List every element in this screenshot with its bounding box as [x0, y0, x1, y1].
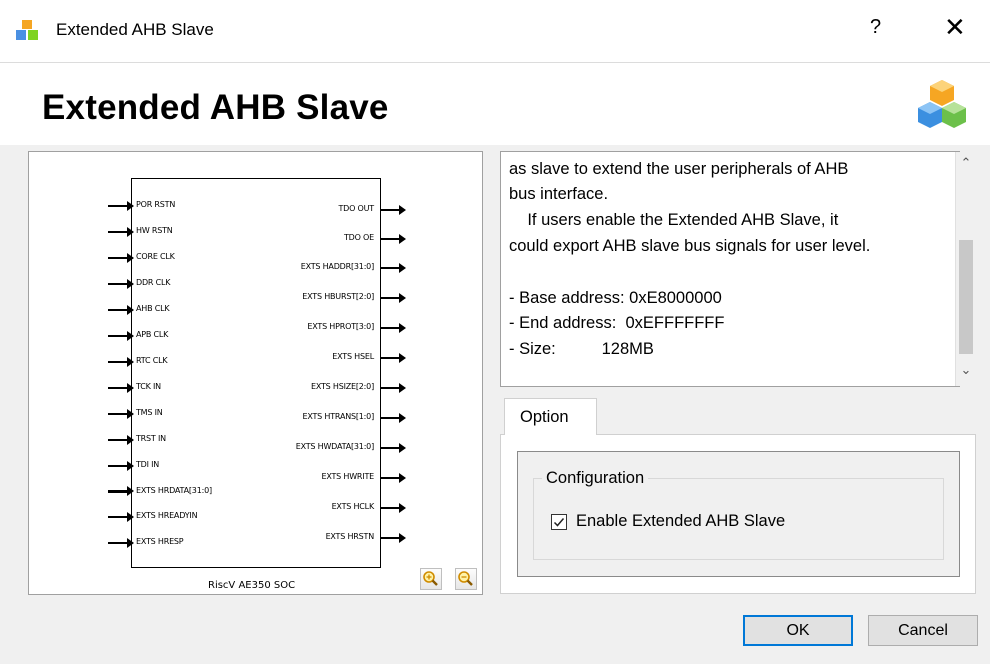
pin-label: EXTS HTRANS[1:0]: [302, 412, 375, 421]
pin-label: HW RSTN: [136, 226, 173, 235]
input-arrow: [108, 357, 134, 367]
enable-extended-ahb-slave-checkbox[interactable]: [551, 514, 567, 530]
pin-label: DDR CLK: [136, 278, 171, 287]
pin-label: EXTS HRESP: [136, 537, 184, 546]
input-arrow: [108, 409, 134, 419]
enable-extended-ahb-slave-label[interactable]: Enable Extended AHB Slave: [576, 512, 785, 531]
zoom-in-button[interactable]: [420, 568, 442, 590]
input-arrow: [108, 201, 134, 211]
pin-label: POR RSTN: [136, 200, 176, 209]
input-arrow: [108, 279, 134, 289]
input-arrow: [108, 461, 134, 471]
output-arrow: [381, 323, 406, 333]
scroll-thumb[interactable]: [959, 240, 973, 354]
input-arrow: [108, 383, 134, 393]
page-title: Extended AHB Slave: [42, 88, 389, 127]
pin-label: EXTS HRDATA[31:0]: [136, 486, 212, 495]
output-arrow: [381, 353, 406, 363]
output-arrow: [381, 443, 406, 453]
pin-label: RTC CLK: [136, 356, 168, 365]
tab-option[interactable]: Option: [504, 398, 597, 435]
pin-label: TRST IN: [136, 434, 166, 443]
window-title: Extended AHB Slave: [56, 20, 214, 39]
description-line: bus interface.: [509, 185, 609, 203]
cancel-button[interactable]: Cancel: [868, 615, 978, 646]
output-arrow: [381, 383, 406, 393]
output-arrow: [381, 234, 406, 244]
zoom-out-button[interactable]: [455, 568, 477, 590]
description-line: - Size: 128MB: [509, 340, 654, 358]
pin-label: EXTS HADDR[31:0]: [300, 262, 374, 271]
pin-label: EXTS HBURST[2:0]: [302, 292, 374, 301]
chevron-up-icon[interactable]: ⌃: [956, 155, 976, 173]
pin-label: TDI IN: [136, 460, 160, 469]
input-arrow: [108, 305, 134, 315]
input-arrow: [108, 253, 134, 263]
pin-label: EXTS HWDATA[31:0]: [295, 442, 374, 451]
description-text[interactable]: as slave to extend the user peripherals …: [500, 151, 960, 387]
input-arrow: [108, 435, 134, 445]
help-button[interactable]: ?: [870, 16, 881, 39]
description-line: If users enable the Extended AHB Slave, …: [509, 211, 839, 229]
pin-label: TDO OE: [343, 233, 374, 242]
pin-label: EXTS HPROT[3:0]: [307, 322, 374, 331]
input-arrow: [108, 512, 134, 522]
pin-label: EXTS HSEL: [332, 352, 374, 361]
output-arrow: [381, 503, 406, 513]
pin-label: EXTS HWRITE: [321, 472, 375, 481]
description-scrollbar[interactable]: ⌃ ⌄: [955, 152, 976, 386]
pin-label: APB CLK: [136, 330, 169, 339]
configuration-group-label: Configuration: [542, 469, 649, 488]
title-bar: Extended AHB Slave ? ✕: [0, 0, 990, 63]
checkmark-icon: [553, 518, 565, 527]
zoom-out-icon: [458, 571, 473, 586]
description-line: - End address: 0xEFFFFFFF: [509, 314, 725, 332]
output-arrow: [381, 533, 406, 543]
pin-label: TCK IN: [136, 382, 161, 391]
zoom-in-icon: [423, 571, 438, 586]
cubes-icon: [16, 20, 38, 40]
description-line: - Base address: 0xE8000000: [509, 289, 722, 307]
output-arrow: [381, 263, 406, 273]
input-arrow: [108, 538, 134, 548]
output-arrow: [381, 205, 406, 215]
description-line: could export AHB slave bus signals for u…: [509, 237, 871, 255]
pin-label: EXTS HRSTN: [325, 532, 375, 541]
input-arrow: [108, 331, 134, 341]
output-arrow: [381, 473, 406, 483]
pin-label: EXTS HREADYIN: [136, 511, 198, 520]
ok-button[interactable]: OK: [743, 615, 853, 646]
pin-label: CORE CLK: [136, 252, 175, 261]
close-button[interactable]: ✕: [944, 12, 966, 43]
tab-option-label: Option: [520, 408, 569, 426]
input-arrow: [108, 227, 134, 237]
chevron-down-icon[interactable]: ⌄: [956, 362, 976, 380]
soc-block-label: RiscV AE350 SOC: [208, 580, 296, 591]
output-arrow: [381, 413, 406, 423]
input-arrow: [108, 486, 134, 496]
pin-label: TDO OUT: [338, 204, 374, 213]
description-line: as slave to extend the user peripherals …: [509, 160, 849, 178]
pin-label: TMS IN: [136, 408, 163, 417]
pin-label: EXTS HCLK: [331, 502, 375, 511]
output-arrow: [381, 293, 406, 303]
pin-label: EXTS HSIZE[2:0]: [310, 382, 374, 391]
cubes-icon: [918, 80, 966, 128]
pin-label: AHB CLK: [136, 304, 170, 313]
